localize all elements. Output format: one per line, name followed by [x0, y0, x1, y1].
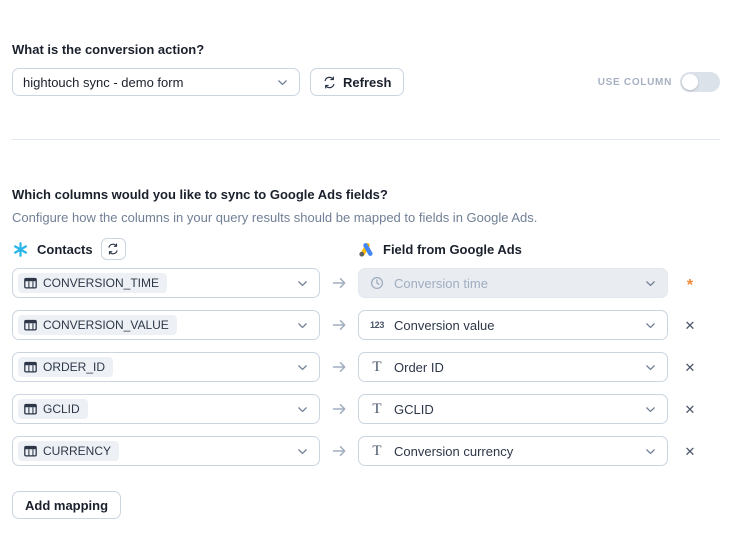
source-column-badge: GCLID	[18, 399, 88, 419]
mapping-arrow-icon	[320, 443, 358, 459]
destination-field-label: Conversion currency	[394, 444, 635, 459]
chevron-down-icon	[296, 319, 309, 332]
mapping-column-headers: Contacts Field from Google Ads	[12, 237, 720, 261]
number-icon: 123	[369, 320, 385, 330]
chevron-down-icon	[276, 76, 289, 89]
mapping-row: CURRENCY T Conversion currency ✕	[12, 436, 720, 466]
destination-header-label: Field from Google Ads	[383, 242, 522, 257]
mapping-row: CONVERSION_TIME Conversion time *	[12, 268, 720, 298]
source-column-select[interactable]: CURRENCY	[12, 436, 320, 466]
remove-mapping-button[interactable]: ✕	[681, 441, 700, 462]
table-icon	[24, 445, 37, 457]
chevron-down-icon	[296, 403, 309, 416]
source-column-badge: ORDER_ID	[18, 357, 113, 377]
table-icon	[24, 361, 37, 373]
section-divider	[12, 139, 720, 140]
refresh-icon	[107, 243, 119, 255]
mapping-title: Which columns would you like to sync to …	[12, 187, 720, 202]
clock-icon	[369, 276, 385, 290]
mapping-row: ORDER_ID T Order ID ✕	[12, 352, 720, 382]
mapping-row: GCLID T GCLID ✕	[12, 394, 720, 424]
source-table-label: Contacts	[37, 242, 93, 257]
source-column-name: CONVERSION_TIME	[43, 276, 159, 290]
chevron-down-icon	[296, 361, 309, 374]
refresh-button-label: Refresh	[343, 75, 391, 90]
text-type-icon: T	[369, 360, 385, 375]
chevron-down-icon	[644, 403, 657, 416]
destination-field-label: GCLID	[394, 402, 635, 417]
destination-field-label: Conversion value	[394, 318, 635, 333]
source-column-name: ORDER_ID	[43, 360, 105, 374]
conversion-action-question: What is the conversion action?	[12, 0, 720, 57]
destination-field-select[interactable]: T Conversion currency	[358, 436, 668, 466]
table-icon	[24, 277, 37, 289]
source-header: Contacts	[12, 238, 320, 260]
destination-field-select[interactable]: Conversion time	[358, 268, 668, 298]
source-column-badge: CURRENCY	[18, 441, 119, 461]
chevron-down-icon	[644, 361, 657, 374]
chevron-down-icon	[296, 445, 309, 458]
conversion-action-row: hightouch sync - demo form Refresh USE C…	[12, 68, 720, 96]
remove-mapping-button[interactable]: ✕	[681, 357, 700, 378]
refresh-icon	[323, 76, 336, 89]
use-column-label: USE COLUMN	[598, 77, 672, 88]
toggle-knob	[682, 74, 698, 90]
x-icon: ✕	[685, 402, 696, 417]
remove-mapping-button[interactable]: ✕	[681, 399, 700, 420]
source-refresh-button[interactable]	[101, 238, 126, 260]
mapping-arrow-icon	[320, 359, 358, 375]
text-type-icon: T	[369, 444, 385, 459]
conversion-action-selected-value: hightouch sync - demo form	[23, 75, 183, 90]
chevron-down-icon	[644, 445, 657, 458]
destination-field-label: Order ID	[394, 360, 635, 375]
table-icon	[24, 403, 37, 415]
add-mapping-button[interactable]: Add mapping	[12, 491, 121, 519]
x-icon: ✕	[685, 360, 696, 375]
source-column-select[interactable]: CONVERSION_TIME	[12, 268, 320, 298]
snowflake-icon	[12, 241, 29, 258]
mapping-rows: CONVERSION_TIME Conversion time *	[12, 268, 720, 466]
google-ads-icon	[358, 241, 375, 258]
source-column-badge: CONVERSION_TIME	[18, 273, 167, 293]
destination-field-label: Conversion time	[394, 276, 635, 291]
chevron-down-icon	[644, 319, 657, 332]
source-column-name: CURRENCY	[43, 444, 111, 458]
use-column-toggle[interactable]	[680, 72, 720, 92]
mapping-arrow-icon	[320, 275, 358, 291]
remove-mapping-button[interactable]: ✕	[681, 315, 700, 336]
mapping-arrow-icon	[320, 317, 358, 333]
source-column-select[interactable]: CONVERSION_VALUE	[12, 310, 320, 340]
source-column-select[interactable]: GCLID	[12, 394, 320, 424]
destination-field-select[interactable]: T Order ID	[358, 352, 668, 382]
source-column-select[interactable]: ORDER_ID	[12, 352, 320, 382]
destination-field-select[interactable]: T GCLID	[358, 394, 668, 424]
chevron-down-icon	[644, 277, 657, 290]
x-icon: ✕	[685, 444, 696, 459]
chevron-down-icon	[296, 277, 309, 290]
sync-config-panel: What is the conversion action? hightouch…	[0, 0, 732, 519]
x-icon: ✕	[685, 318, 696, 333]
source-column-badge: CONVERSION_VALUE	[18, 315, 177, 335]
source-column-name: CONVERSION_VALUE	[43, 318, 169, 332]
destination-field-select[interactable]: 123 Conversion value	[358, 310, 668, 340]
conversion-action-select[interactable]: hightouch sync - demo form	[12, 68, 300, 96]
required-asterisk: *	[687, 273, 693, 294]
mapping-arrow-icon	[320, 401, 358, 417]
table-icon	[24, 319, 37, 331]
text-type-icon: T	[369, 402, 385, 417]
mapping-description: Configure how the columns in your query …	[12, 210, 720, 225]
refresh-button[interactable]: Refresh	[310, 68, 404, 96]
destination-header: Field from Google Ads	[358, 241, 668, 258]
source-column-name: GCLID	[43, 402, 80, 416]
use-column-control: USE COLUMN	[598, 72, 720, 92]
mapping-row: CONVERSION_VALUE 123 Conversion value ✕	[12, 310, 720, 340]
